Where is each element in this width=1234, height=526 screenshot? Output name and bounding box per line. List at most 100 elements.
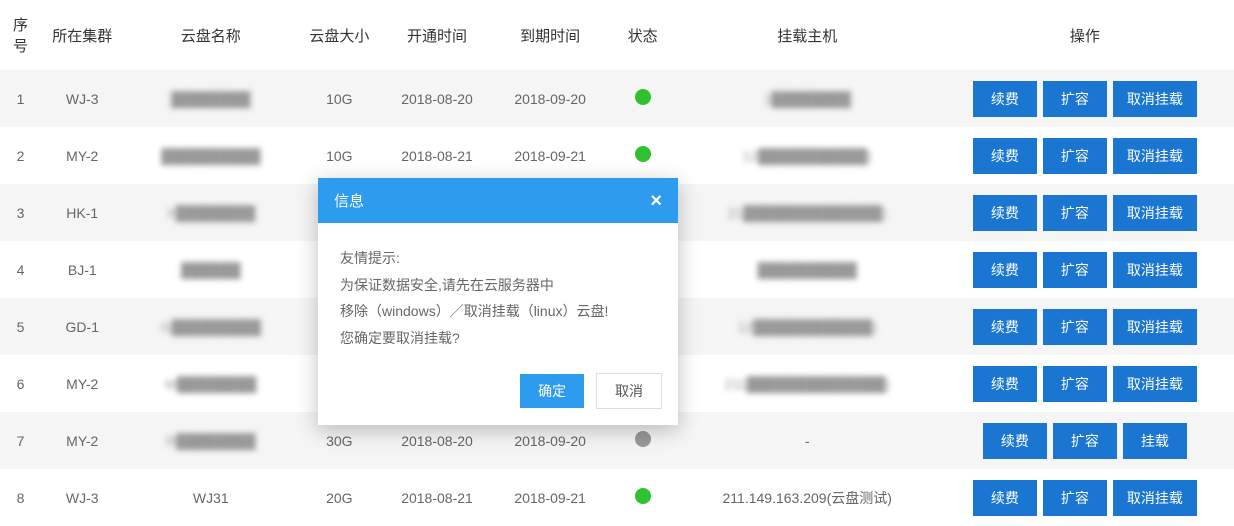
cell-open: 2018-08-21 — [380, 469, 493, 526]
dialog-line: 友情提示: — [340, 245, 656, 272]
unmount-button[interactable]: 取消挂载 — [1113, 81, 1197, 117]
cell-cluster: MY-2 — [41, 355, 123, 412]
cell-ops: 续费扩容取消挂载 — [936, 241, 1234, 298]
cell-idx: 7 — [0, 412, 41, 469]
cell-host: 211.149.163.209(云盘测试) — [679, 469, 936, 526]
expand-button[interactable]: 扩容 — [1043, 309, 1107, 345]
confirm-button[interactable]: 确定 — [520, 374, 584, 408]
expand-button[interactable]: 扩容 — [1043, 138, 1107, 174]
cell-idx: 5 — [0, 298, 41, 355]
th-host: 挂载主机 — [679, 0, 936, 70]
unmount-button[interactable]: 取消挂载 — [1113, 366, 1197, 402]
cell-size: 10G — [298, 70, 380, 127]
status-dot-icon — [635, 89, 651, 105]
cell-host: 1████████ — [679, 70, 936, 127]
th-ops: 操作 — [936, 0, 1234, 70]
close-icon[interactable]: × — [650, 191, 662, 211]
cell-ops: 续费扩容取消挂载 — [936, 469, 1234, 526]
cell-open: 2018-08-21 — [380, 127, 493, 184]
renew-button[interactable]: 续费 — [973, 480, 1037, 516]
cell-idx: 6 — [0, 355, 41, 412]
th-open: 开通时间 — [380, 0, 493, 70]
cell-open: 2018-08-20 — [380, 70, 493, 127]
cell-name: ████████ — [123, 70, 298, 127]
cell-status — [607, 70, 679, 127]
status-dot-icon — [635, 488, 651, 504]
dialog-title: 信息 — [334, 190, 364, 211]
expand-button[interactable]: 扩容 — [1043, 252, 1107, 288]
cell-cluster: MY-2 — [41, 412, 123, 469]
dialog-footer: 确定 取消 — [318, 365, 678, 425]
table-row: 8WJ-3WJ3120G2018-08-212018-09-21211.149.… — [0, 469, 1234, 526]
renew-button[interactable]: 续费 — [973, 366, 1037, 402]
unmount-button[interactable]: 取消挂载 — [1113, 252, 1197, 288]
unmount-button[interactable]: 取消挂载 — [1113, 195, 1197, 231]
cell-host: - — [679, 412, 936, 469]
cell-name: M████████ — [123, 355, 298, 412]
cell-idx: 8 — [0, 469, 41, 526]
cell-cluster: GD-1 — [41, 298, 123, 355]
cell-ops: 续费扩容取消挂载 — [936, 355, 1234, 412]
th-name: 云盘名称 — [123, 0, 298, 70]
cell-idx: 4 — [0, 241, 41, 298]
cell-name: ██████████ — [123, 127, 298, 184]
renew-button[interactable]: 续费 — [973, 252, 1037, 288]
cell-expire: 2018-09-21 — [494, 127, 607, 184]
cell-name: G█████████ — [123, 298, 298, 355]
th-status: 状态 — [607, 0, 679, 70]
dialog-header: 信息 × — [318, 178, 678, 223]
cell-cluster: BJ-1 — [41, 241, 123, 298]
cell-status — [607, 469, 679, 526]
expand-button[interactable]: 扩容 — [1043, 480, 1107, 516]
cell-status — [607, 127, 679, 184]
table-header-row: 序号 所在集群 云盘名称 云盘大小 开通时间 到期时间 状态 挂载主机 操作 — [0, 0, 1234, 70]
expand-button[interactable]: 扩容 — [1043, 366, 1107, 402]
cell-name: R████████ — [123, 412, 298, 469]
cell-cluster: MY-2 — [41, 127, 123, 184]
th-size: 云盘大小 — [298, 0, 380, 70]
table-row: 1WJ-3████████10G2018-08-202018-09-201███… — [0, 70, 1234, 127]
cell-host: 12████████████) — [679, 298, 936, 355]
expand-button[interactable]: 扩容 — [1043, 81, 1107, 117]
dialog-body: 友情提示: 为保证数据安全,请先在云服务器中 移除（windows）／取消挂载（… — [318, 223, 678, 365]
unmount-button[interactable]: 取消挂载 — [1113, 480, 1197, 516]
cell-ops: 续费扩容取消挂载 — [936, 70, 1234, 127]
cell-expire: 2018-09-21 — [494, 469, 607, 526]
renew-button[interactable]: 续费 — [973, 138, 1037, 174]
cell-cluster: WJ-3 — [41, 70, 123, 127]
expand-button[interactable]: 扩容 — [1053, 423, 1117, 459]
status-dot-icon — [635, 146, 651, 162]
unmount-button[interactable]: 取消挂载 — [1113, 309, 1197, 345]
cancel-button[interactable]: 取消 — [596, 373, 662, 409]
cell-cluster: HK-1 — [41, 184, 123, 241]
cell-host: ██████████ — [679, 241, 936, 298]
cell-ops: 续费扩容挂载 — [936, 412, 1234, 469]
expand-button[interactable]: 扩容 — [1043, 195, 1107, 231]
renew-button[interactable]: 续费 — [973, 195, 1037, 231]
unmount-button[interactable]: 取消挂载 — [1113, 138, 1197, 174]
cell-size: 10G — [298, 127, 380, 184]
th-expire: 到期时间 — [494, 0, 607, 70]
cell-host: 21██████████████) — [679, 184, 936, 241]
status-dot-icon — [635, 431, 651, 447]
mount-button[interactable]: 挂载 — [1123, 423, 1187, 459]
renew-button[interactable]: 续费 — [983, 423, 1047, 459]
cell-ops: 续费扩容取消挂载 — [936, 127, 1234, 184]
dialog-line: 为保证数据安全,请先在云服务器中 — [340, 272, 656, 299]
cell-name: X████████ — [123, 184, 298, 241]
renew-button[interactable]: 续费 — [973, 309, 1037, 345]
cell-size: 20G — [298, 469, 380, 526]
cell-host: 211██████████████) — [679, 355, 936, 412]
th-cluster: 所在集群 — [41, 0, 123, 70]
th-idx: 序号 — [0, 0, 41, 70]
cell-host: 12███████████) — [679, 127, 936, 184]
dialog-line: 移除（windows）／取消挂载（linux）云盘! — [340, 298, 656, 325]
cell-idx: 2 — [0, 127, 41, 184]
dialog-line: 您确定要取消挂载? — [340, 325, 656, 352]
cell-expire: 2018-09-20 — [494, 70, 607, 127]
table-row: 2MY-2██████████10G2018-08-212018-09-21 12… — [0, 127, 1234, 184]
renew-button[interactable]: 续费 — [973, 81, 1037, 117]
confirm-dialog: 信息 × 友情提示: 为保证数据安全,请先在云服务器中 移除（windows）／… — [318, 178, 678, 425]
cell-ops: 续费扩容取消挂载 — [936, 298, 1234, 355]
cell-idx: 3 — [0, 184, 41, 241]
